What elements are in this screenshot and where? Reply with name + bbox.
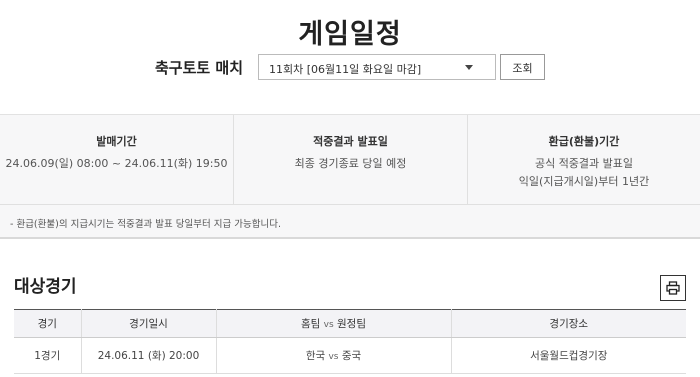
row-game: 1경기 [14, 337, 82, 374]
row-vs: vs [328, 352, 339, 362]
header-game: 경기 [14, 309, 82, 338]
refund-period-title: 환급(환불)기간 [548, 135, 620, 148]
sale-period-column: 발매기간 24.06.09(일) 08:00 ~ 24.06.11(화) 19:… [0, 115, 233, 204]
match-select-label: 축구토토 매치 [155, 59, 244, 77]
result-announcement-title: 적중결과 발표일 [313, 135, 388, 148]
round-info-panel: 발매기간 24.06.09(일) 08:00 ~ 24.06.11(화) 19:… [0, 114, 700, 239]
chevron-down-icon [465, 65, 473, 70]
target-games-title: 대상경기 [14, 277, 77, 297]
header-away: 원정팀 [337, 318, 366, 330]
header-datetime: 경기일시 [81, 309, 217, 338]
sale-period-value: 24.06.09(일) 08:00 ~ 24.06.11(화) 19:50 [5, 157, 228, 170]
page-title: 게임일정 [298, 19, 402, 50]
row-venue: 서울월드컵경기장 [451, 337, 686, 374]
row-teams: 한국 vs 중국 [216, 337, 452, 374]
header-teams: 홈팀 vs 원정팀 [216, 309, 452, 338]
row-home-team: 한국 [305, 350, 326, 362]
row-datetime: 24.06.11 (화) 20:00 [81, 337, 217, 374]
refund-notice: - 환급(환불)의 지급시기는 적중결과 발표 당일부터 지급 가능합니다. [0, 204, 700, 237]
printer-icon [666, 281, 680, 295]
print-button[interactable] [660, 275, 686, 301]
result-announcement-value: 최종 경기종료 당일 예정 [294, 157, 407, 170]
sale-period-title: 발매기간 [96, 135, 137, 148]
table-row: 1경기 24.06.11 (화) 20:00 한국 vs 중국 서울월드컵경기장 [14, 337, 686, 374]
games-table: 경기 경기일시 홈팀 vs 원정팀 경기장소 1경기 24.06.11 (화) … [14, 309, 686, 374]
header-venue: 경기장소 [451, 309, 686, 338]
match-select-row: 축구토토 매치 11회차 [06월11일 화요일 마감] 조회 [0, 53, 700, 81]
round-select-value: 11회차 [06월11일 화요일 마감] [269, 63, 422, 76]
round-select[interactable]: 11회차 [06월11일 화요일 마감] [258, 54, 496, 80]
result-announcement-column: 적중결과 발표일 최종 경기종료 당일 예정 [233, 115, 467, 204]
table-header-row: 경기 경기일시 홈팀 vs 원정팀 경기장소 [14, 309, 686, 338]
lookup-button[interactable]: 조회 [500, 54, 545, 80]
refund-period-line1: 공식 적중결과 발표일 [534, 157, 634, 170]
refund-period-line2: 익일(지급개시일)부터 1년간 [518, 175, 650, 188]
header-vs: vs [323, 320, 334, 330]
header-home: 홈팀 [300, 318, 321, 330]
refund-period-column: 환급(환불)기간 공식 적중결과 발표일 익일(지급개시일)부터 1년간 [467, 115, 700, 204]
row-away-team: 중국 [341, 350, 362, 362]
